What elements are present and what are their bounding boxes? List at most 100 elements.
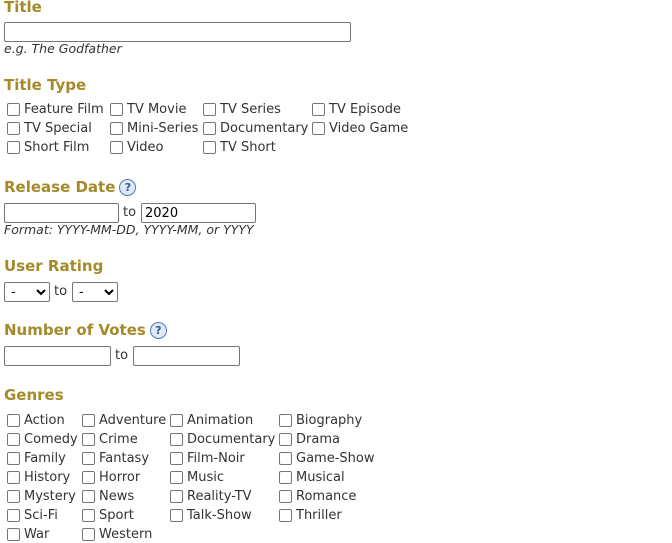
checkbox-box[interactable] bbox=[82, 509, 95, 522]
genre-checkbox-family[interactable]: Family bbox=[7, 450, 66, 467]
checkbox-box[interactable] bbox=[170, 471, 183, 484]
checkbox-box[interactable] bbox=[170, 452, 183, 465]
release-date-to-input[interactable] bbox=[141, 203, 256, 223]
checkbox-box[interactable] bbox=[7, 414, 20, 427]
checkbox-box[interactable] bbox=[279, 452, 292, 465]
checkbox-label: Documentary bbox=[187, 432, 276, 447]
checkbox-label: Western bbox=[99, 527, 153, 542]
checkbox-box[interactable] bbox=[203, 122, 216, 135]
checkbox-box[interactable] bbox=[203, 103, 216, 116]
checkbox-box[interactable] bbox=[82, 471, 95, 484]
num-votes-from-input[interactable] bbox=[4, 346, 111, 366]
checkbox-label: Drama bbox=[296, 432, 340, 447]
genre-checkbox-biography[interactable]: Biography bbox=[279, 412, 362, 429]
genre-checkbox-musical[interactable]: Musical bbox=[279, 469, 345, 486]
genre-checkbox-adventure[interactable]: Adventure bbox=[82, 412, 166, 429]
checkbox-label: Action bbox=[24, 413, 65, 428]
checkbox-box[interactable] bbox=[7, 528, 20, 541]
checkbox-box[interactable] bbox=[82, 414, 95, 427]
help-icon[interactable]: ? bbox=[119, 179, 137, 196]
genre-checkbox-romance[interactable]: Romance bbox=[279, 488, 356, 505]
genre-checkbox-thriller[interactable]: Thriller bbox=[279, 507, 342, 524]
genre-checkbox-news[interactable]: News bbox=[82, 488, 134, 505]
checkbox-box[interactable] bbox=[7, 433, 20, 446]
checkbox-box[interactable] bbox=[279, 471, 292, 484]
checkbox-label: Thriller bbox=[296, 508, 342, 523]
genre-checkbox-crime[interactable]: Crime bbox=[82, 431, 138, 448]
checkbox-box[interactable] bbox=[82, 433, 95, 446]
genre-checkbox-game-show[interactable]: Game-Show bbox=[279, 450, 374, 467]
title-heading: Title bbox=[4, 0, 42, 16]
title-type-checkbox-tv-episode[interactable]: TV Episode bbox=[312, 101, 401, 118]
title-type-checkbox-video-game[interactable]: Video Game bbox=[312, 120, 408, 137]
checkbox-box[interactable] bbox=[110, 122, 123, 135]
genre-checkbox-war[interactable]: War bbox=[7, 526, 49, 543]
user-rating-from-select[interactable]: - bbox=[4, 282, 50, 302]
release-date-heading-label: Release Date bbox=[4, 178, 116, 196]
genre-checkbox-fantasy[interactable]: Fantasy bbox=[82, 450, 149, 467]
genre-checkbox-music[interactable]: Music bbox=[170, 469, 224, 486]
checkbox-box[interactable] bbox=[7, 122, 20, 135]
title-input[interactable] bbox=[4, 22, 351, 42]
title-type-checkbox-documentary[interactable]: Documentary bbox=[203, 120, 308, 137]
checkbox-box[interactable] bbox=[7, 490, 20, 503]
genre-checkbox-animation[interactable]: Animation bbox=[170, 412, 253, 429]
checkbox-box[interactable] bbox=[7, 141, 20, 154]
genre-checkbox-documentary[interactable]: Documentary bbox=[170, 431, 275, 448]
genre-checkbox-horror[interactable]: Horror bbox=[82, 469, 140, 486]
num-votes-to-input[interactable] bbox=[133, 346, 240, 366]
genre-checkbox-action[interactable]: Action bbox=[7, 412, 65, 429]
genre-checkbox-mystery[interactable]: Mystery bbox=[7, 488, 76, 505]
title-type-checkbox-tv-series[interactable]: TV Series bbox=[203, 101, 281, 118]
release-date-from-input[interactable] bbox=[4, 203, 119, 223]
checkbox-box[interactable] bbox=[170, 490, 183, 503]
title-type-checkbox-video[interactable]: Video bbox=[110, 139, 163, 156]
checkbox-box[interactable] bbox=[203, 141, 216, 154]
genre-checkbox-history[interactable]: History bbox=[7, 469, 70, 486]
genre-checkbox-film-noir[interactable]: Film-Noir bbox=[170, 450, 245, 467]
checkbox-box[interactable] bbox=[82, 528, 95, 541]
checkbox-box[interactable] bbox=[170, 509, 183, 522]
checkbox-label: Game-Show bbox=[296, 451, 375, 466]
checkbox-box[interactable] bbox=[312, 103, 325, 116]
genre-checkbox-sci-fi[interactable]: Sci-Fi bbox=[7, 507, 58, 524]
checkbox-box[interactable] bbox=[170, 433, 183, 446]
num-votes-to-label: to bbox=[115, 348, 129, 363]
checkbox-box[interactable] bbox=[279, 414, 292, 427]
checkbox-box[interactable] bbox=[7, 509, 20, 522]
checkbox-label: TV Special bbox=[24, 121, 92, 136]
checkbox-box[interactable] bbox=[170, 414, 183, 427]
help-icon[interactable]: ? bbox=[149, 322, 167, 339]
checkbox-box[interactable] bbox=[312, 122, 325, 135]
checkbox-box[interactable] bbox=[7, 471, 20, 484]
checkbox-box[interactable] bbox=[7, 103, 20, 116]
title-type-checkbox-feature-film[interactable]: Feature Film bbox=[7, 101, 104, 118]
genres-heading: Genres bbox=[4, 386, 64, 404]
title-type-checkbox-mini-series[interactable]: Mini-Series bbox=[110, 120, 198, 137]
checkbox-label: History bbox=[24, 470, 71, 485]
title-type-checkbox-tv-movie[interactable]: TV Movie bbox=[110, 101, 186, 118]
checkbox-label: TV Short bbox=[220, 140, 276, 155]
checkbox-box[interactable] bbox=[82, 452, 95, 465]
genre-checkbox-talk-show[interactable]: Talk-Show bbox=[170, 507, 252, 524]
checkbox-label: Musical bbox=[296, 470, 345, 485]
genre-checkbox-reality-tv[interactable]: Reality-TV bbox=[170, 488, 252, 505]
checkbox-box[interactable] bbox=[110, 103, 123, 116]
checkbox-box[interactable] bbox=[279, 490, 292, 503]
checkbox-box[interactable] bbox=[279, 509, 292, 522]
genre-checkbox-drama[interactable]: Drama bbox=[279, 431, 340, 448]
checkbox-box[interactable] bbox=[279, 433, 292, 446]
checkbox-label: Horror bbox=[99, 470, 141, 485]
genre-checkbox-sport[interactable]: Sport bbox=[82, 507, 134, 524]
checkbox-box[interactable] bbox=[7, 452, 20, 465]
genre-checkbox-comedy[interactable]: Comedy bbox=[7, 431, 78, 448]
checkbox-box[interactable] bbox=[110, 141, 123, 154]
title-type-checkbox-tv-short[interactable]: TV Short bbox=[203, 139, 276, 156]
num-votes-heading: Number of Votes? bbox=[4, 321, 167, 339]
user-rating-to-select[interactable]: - bbox=[72, 282, 118, 302]
checkbox-label: Reality-TV bbox=[187, 489, 252, 504]
title-type-checkbox-short-film[interactable]: Short Film bbox=[7, 139, 89, 156]
genre-checkbox-western[interactable]: Western bbox=[82, 526, 152, 543]
checkbox-box[interactable] bbox=[82, 490, 95, 503]
title-type-checkbox-tv-special[interactable]: TV Special bbox=[7, 120, 92, 137]
